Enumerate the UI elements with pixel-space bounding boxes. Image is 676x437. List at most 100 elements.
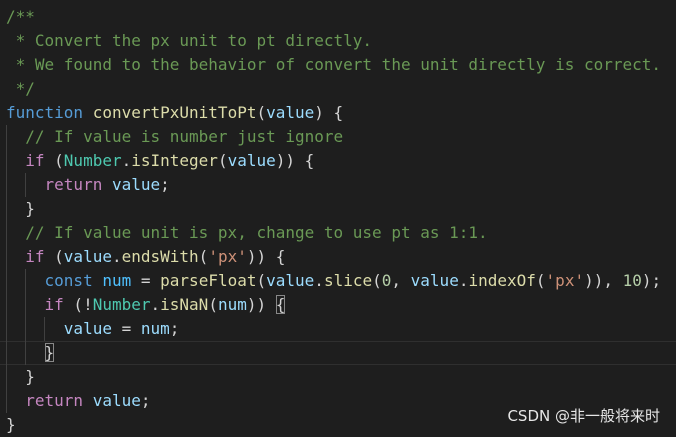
code-token: ( [208,295,218,314]
code-token: value [266,271,315,290]
code-token: ( [44,151,64,170]
code-token: value [63,247,112,266]
code-token: . [111,247,122,266]
code-token: ); [641,271,662,290]
code-token: . [121,151,132,170]
code-line: * Convert the px unit to pt directly. [6,29,372,53]
code-line: if (Number.isInteger(value)) { [6,149,314,173]
code-token: )) { [275,151,315,170]
code-token: convertPxUnitToPt [92,103,257,122]
code-line: if (!Number.isNaN(num)) { [6,293,286,317]
code-token: } [6,415,16,434]
code-token: Number [63,151,122,170]
code-line: // If value unit is px, change to use pt… [6,221,488,245]
code-token: } [6,367,35,386]
code-token: */ [6,79,35,98]
code-token: )) [246,295,276,314]
code-line: const num = parseFloat(value.slice(0, va… [6,269,662,293]
code-token: )), [584,271,623,290]
code-token: num [217,295,247,314]
code-token: /** [6,7,35,26]
code-token: if [25,151,45,170]
code-line: } [6,341,55,365]
code-token: ; [140,391,151,410]
code-token: 10 [622,271,642,290]
matched-bracket: } [44,343,55,362]
code-line: value = num; [6,317,180,341]
code-token: if [25,247,45,266]
code-token: endsWith [121,247,199,266]
code-editor[interactable]: /** * Convert the px unit to pt directly… [0,0,676,436]
code-token: function [6,103,84,122]
code-token: isNaN [160,295,209,314]
code-token: num [102,271,132,290]
code-token: value [410,271,459,290]
code-token: Number [92,295,151,314]
code-token: ; [169,319,180,338]
code-token: = [131,271,161,290]
code-token: (! [63,295,93,314]
code-token: isInteger [131,151,218,170]
code-token: } [6,199,35,218]
code-token: ) { [314,103,344,122]
code-token: return [44,175,103,194]
code-line: // If value is number just ignore [6,125,343,149]
watermark: CSDN @非一般将来时 [507,407,660,425]
code-token: ( [535,271,546,290]
code-token: indexOf [468,271,536,290]
code-token: * Convert the px unit to pt directly. [6,31,373,50]
code-token: )) { [246,247,286,266]
code-token: ( [256,103,267,122]
code-line: } [6,413,16,437]
code-token: value [111,175,161,194]
code-token: value [227,151,276,170]
code-token: num [140,319,170,338]
code-token: 'px' [545,271,585,290]
code-line: return value; [6,389,151,413]
code-token: parseFloat [160,271,257,290]
code-token: value [63,319,112,338]
code-line: return value; [6,173,170,197]
code-line: /** [6,5,35,29]
code-token: ( [198,247,209,266]
code-token: // If value unit is px, change to use pt… [25,223,488,242]
code-token: . [314,271,324,290]
code-token: value [92,391,141,410]
matched-bracket: { [275,295,286,314]
code-token: , [391,271,411,290]
code-token: value [266,103,315,122]
code-token: ( [256,271,267,290]
code-token: ( [372,271,382,290]
code-token: * We found to the behavior of convert th… [6,55,662,74]
code-token: 'px' [208,247,247,266]
code-line: function convertPxUnitToPt(value) { [6,101,343,125]
code-token: . [150,295,161,314]
code-line: } [6,365,35,389]
code-token: const [44,271,93,290]
code-line: } [6,197,35,221]
code-token: slice [323,271,373,290]
code-token: ( [217,151,228,170]
code-token: 0 [381,271,392,290]
code-token: return [25,391,84,410]
code-line: if (value.endsWith('px')) { [6,245,285,269]
code-line: */ [6,77,35,101]
current-line-highlight [0,341,676,365]
code-token: ; [160,175,170,194]
code-token: ( [44,247,64,266]
code-line: * We found to the behavior of convert th… [6,53,661,77]
